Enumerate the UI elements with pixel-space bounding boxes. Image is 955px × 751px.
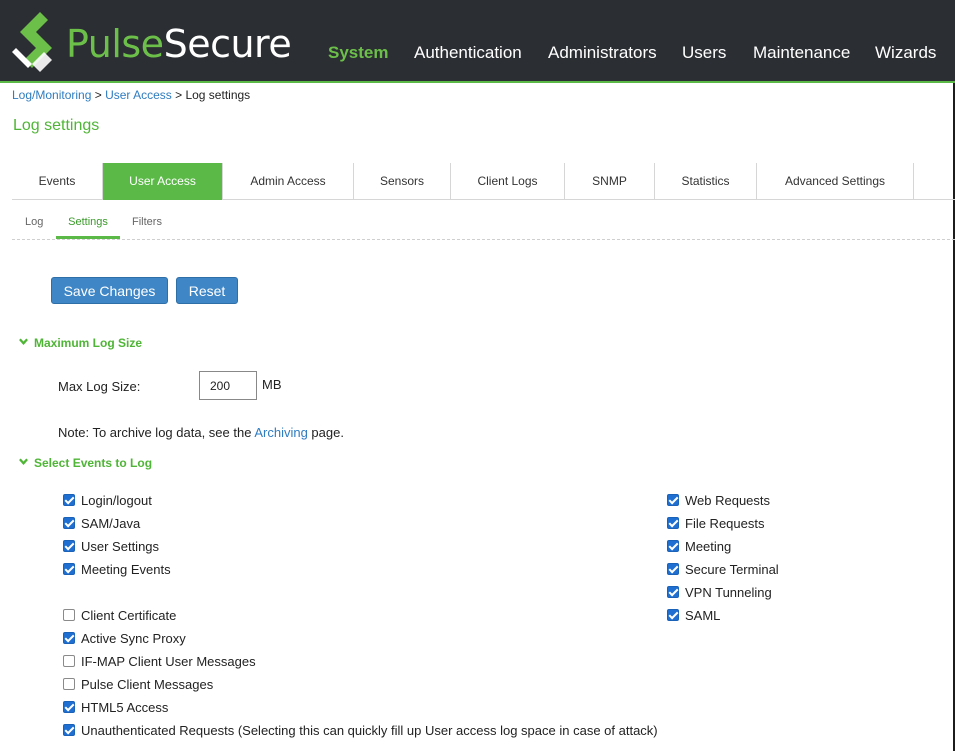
checkbox-label: VPN Tunneling <box>685 584 772 600</box>
subtab-filters[interactable]: Filters <box>132 216 162 239</box>
checkbox-secure-terminal[interactable]: Secure Terminal <box>667 560 779 578</box>
tab-user-access[interactable]: User Access <box>103 163 223 200</box>
breadcrumb-separator: > <box>171 88 186 102</box>
checkbox-label: IF-MAP Client User Messages <box>81 653 256 669</box>
breadcrumb-user-access[interactable]: User Access <box>105 88 172 102</box>
log-subtabs: Log Settings Filters <box>12 212 955 240</box>
subtab-settings[interactable]: Settings <box>56 216 120 239</box>
checkbox-label: SAML <box>685 607 721 623</box>
subtab-log[interactable]: Log <box>25 216 43 239</box>
chevron-down-icon <box>19 338 28 345</box>
checkbox-icon[interactable] <box>63 609 75 621</box>
checkbox-icon[interactable] <box>63 540 75 552</box>
tab-snmp[interactable]: SNMP <box>565 163 655 199</box>
page-title: Log settings <box>13 117 100 134</box>
checkbox-sam-java[interactable]: SAM/Java <box>63 514 140 532</box>
checkbox-icon[interactable] <box>63 701 75 713</box>
checkbox-web-requests[interactable]: Web Requests <box>667 491 770 509</box>
tab-events[interactable]: Events <box>12 163 103 199</box>
checkbox-meeting[interactable]: Meeting <box>667 537 731 555</box>
checkbox-html5-access[interactable]: HTML5 Access <box>63 698 168 716</box>
checkbox-label: Client Certificate <box>81 607 177 623</box>
checkbox-icon[interactable] <box>667 517 679 529</box>
checkbox-file-requests[interactable]: File Requests <box>667 514 764 532</box>
tab-sensors[interactable]: Sensors <box>354 163 451 199</box>
nav-administrators[interactable]: Administrators <box>548 43 657 63</box>
archive-note-prefix: Note: To archive log data, see the <box>58 425 255 440</box>
log-tabs: Events User Access Admin Access Sensors … <box>12 163 955 200</box>
archive-note-suffix: page. <box>307 425 344 440</box>
checkbox-icon[interactable] <box>63 563 75 575</box>
checkbox-active-sync-proxy[interactable]: Active Sync Proxy <box>63 629 186 647</box>
pulse-secure-logo-icon <box>12 12 52 72</box>
checkbox-label: Secure Terminal <box>685 561 779 577</box>
brand-logo-text: PulseSecure <box>66 22 292 66</box>
checkbox-saml[interactable]: SAML <box>667 606 720 624</box>
checkbox-icon[interactable] <box>667 494 679 506</box>
checkbox-icon[interactable] <box>63 517 75 529</box>
checkbox-icon[interactable] <box>63 494 75 506</box>
checkbox-icon[interactable] <box>63 655 75 667</box>
breadcrumb: Log/Monitoring > User Access > Log setti… <box>12 88 250 102</box>
nav-system[interactable]: System <box>328 43 388 63</box>
checkbox-label: Meeting <box>685 538 732 554</box>
max-log-size-label: Max Log Size: <box>58 379 141 394</box>
tab-admin-access[interactable]: Admin Access <box>223 163 354 199</box>
checkbox-label: Meeting Events <box>81 561 171 577</box>
checkbox-label: Unauthenticated Requests (Selecting this… <box>81 722 658 738</box>
archive-note: Note: To archive log data, see the Archi… <box>58 425 344 440</box>
checkbox-label: Web Requests <box>685 492 771 508</box>
checkbox-icon[interactable] <box>63 678 75 690</box>
chevron-down-icon <box>19 458 28 465</box>
checkbox-label: HTML5 Access <box>81 699 169 715</box>
checkbox-user-settings[interactable]: User Settings <box>63 537 159 555</box>
archiving-link[interactable]: Archiving <box>254 425 307 440</box>
section-select-events-label: Select Events to Log <box>34 456 153 470</box>
checkbox-vpn-tunneling[interactable]: VPN Tunneling <box>667 583 772 601</box>
checkbox-icon[interactable] <box>63 632 75 644</box>
checkbox-client-certificate[interactable]: Client Certificate <box>63 606 176 624</box>
section-select-events[interactable]: Select Events to Log <box>19 456 152 470</box>
checkbox-label: User Settings <box>81 538 160 554</box>
checkbox-icon[interactable] <box>63 724 75 736</box>
checkbox-icon[interactable] <box>667 609 679 621</box>
nav-wizards[interactable]: Wizards <box>875 43 936 63</box>
checkbox-meeting-events[interactable]: Meeting Events <box>63 560 171 578</box>
checkbox-icon[interactable] <box>667 586 679 598</box>
tab-statistics[interactable]: Statistics <box>655 163 757 199</box>
max-log-size-unit: MB <box>262 377 282 392</box>
save-changes-button[interactable]: Save Changes <box>51 277 168 304</box>
section-max-log-size-label: Maximum Log Size <box>34 336 143 350</box>
top-header: PulseSecure System Authentication Admini… <box>0 0 955 83</box>
breadcrumb-current: Log settings <box>185 88 251 102</box>
checkbox-login-logout[interactable]: Login/logout <box>63 491 152 509</box>
checkbox-pulse-client-messages[interactable]: Pulse Client Messages <box>63 675 213 693</box>
brand-pulse: Pulse <box>66 22 164 66</box>
checkbox-label: Pulse Client Messages <box>81 676 214 692</box>
checkbox-label: Login/logout <box>81 492 152 508</box>
checkbox-unauthenticated-requests[interactable]: Unauthenticated Requests (Selecting this… <box>63 721 658 739</box>
max-log-size-input[interactable] <box>199 371 257 400</box>
checkbox-label: SAM/Java <box>81 515 141 531</box>
checkbox-icon[interactable] <box>667 540 679 552</box>
nav-maintenance[interactable]: Maintenance <box>753 43 850 63</box>
brand-secure: Secure <box>163 22 292 66</box>
checkbox-label: Active Sync Proxy <box>81 630 186 646</box>
checkbox-ifmap-client-user-messages[interactable]: IF-MAP Client User Messages <box>63 652 256 670</box>
tab-advanced-settings[interactable]: Advanced Settings <box>757 163 914 199</box>
checkbox-label: File Requests <box>685 515 765 531</box>
section-max-log-size[interactable]: Maximum Log Size <box>19 336 142 350</box>
breadcrumb-separator: > <box>91 88 106 102</box>
reset-button[interactable]: Reset <box>176 277 238 304</box>
nav-authentication[interactable]: Authentication <box>414 43 522 63</box>
checkbox-icon[interactable] <box>667 563 679 575</box>
breadcrumb-log-monitoring[interactable]: Log/Monitoring <box>12 88 91 102</box>
tab-client-logs[interactable]: Client Logs <box>451 163 565 199</box>
nav-users[interactable]: Users <box>682 43 726 63</box>
